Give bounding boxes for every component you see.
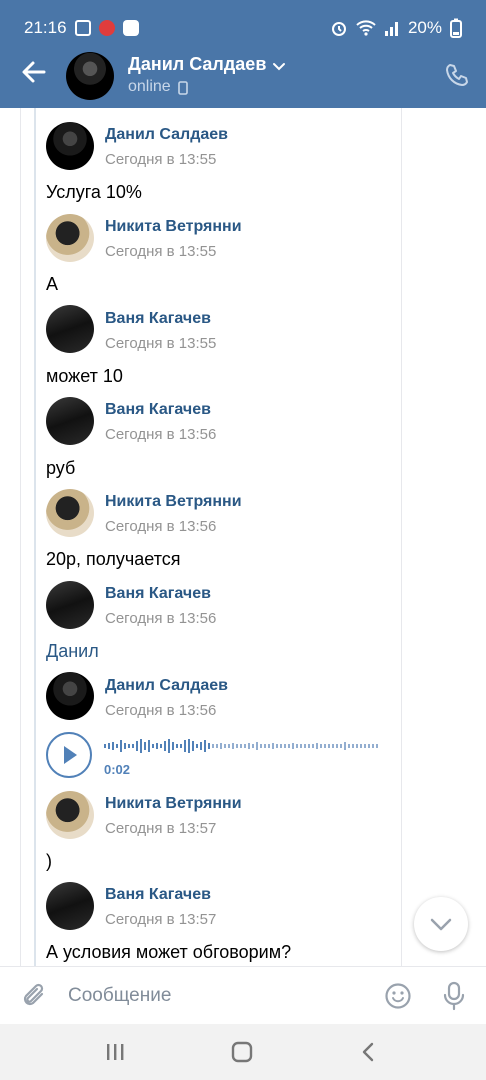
scroll-down-button[interactable] — [414, 897, 468, 951]
phone-call-icon[interactable] — [444, 62, 470, 88]
message-bubble-edge — [20, 108, 21, 966]
emoji-icon[interactable] — [384, 982, 412, 1010]
forwarded-messages-line — [34, 108, 36, 966]
message-avatar[interactable] — [46, 397, 94, 445]
message-author[interactable]: Данил Салдаев — [105, 126, 228, 144]
message-time: Сегодня в 13:57 — [105, 911, 217, 928]
chat-header: Данил Салдаев online — [0, 44, 486, 108]
message-author[interactable]: Ваня Кагачев — [105, 310, 211, 328]
message-avatar[interactable] — [46, 122, 94, 170]
battery-percent: 20% — [407, 18, 442, 37]
play-icon — [64, 746, 77, 764]
back-arrow-icon[interactable] — [18, 56, 50, 88]
message-author[interactable]: Никита Ветрянни — [105, 493, 242, 511]
message-author[interactable]: Ваня Кагачев — [105, 886, 211, 904]
home-icon[interactable] — [229, 1040, 255, 1064]
voice-duration: 0:02 — [104, 762, 131, 777]
message-time: Сегодня в 13:55 — [105, 151, 217, 168]
signal-icon — [384, 22, 398, 36]
message-composer — [0, 966, 486, 1024]
alarm-icon — [331, 22, 346, 36]
chevron-down-icon — [430, 918, 452, 931]
message-text: Услуга 10% — [46, 182, 142, 202]
message-history[interactable]: Данил Салдаев Сегодня в 13:55 Услуга 10%… — [0, 108, 486, 966]
message-author[interactable]: Ваня Кагачев — [105, 401, 211, 419]
wifi-icon — [356, 20, 376, 36]
status-time: 21:16 — [24, 18, 67, 37]
message-time: Сегодня в 13:56 — [105, 702, 217, 719]
message-time: Сегодня в 13:56 — [105, 426, 217, 443]
message-input[interactable] — [68, 983, 358, 1009]
contact-avatar[interactable] — [66, 52, 114, 100]
voice-play-button[interactable] — [46, 732, 92, 778]
message-time: Сегодня в 13:56 — [105, 518, 217, 535]
message-time: Сегодня в 13:55 — [105, 243, 217, 260]
message-text: 20р, получается — [46, 549, 181, 569]
message-text: А условия может обговорим? — [46, 942, 292, 962]
message-avatar[interactable] — [46, 214, 94, 262]
message-time: Сегодня в 13:55 — [105, 335, 217, 352]
system-navigation-bar — [0, 1024, 486, 1080]
message-author[interactable]: Никита Ветрянни — [105, 795, 242, 813]
youtube-notification-icon — [122, 20, 139, 36]
message-author[interactable]: Никита Ветрянни — [105, 218, 242, 236]
contact-name[interactable]: Данил Салдаев — [128, 54, 266, 75]
message-time: Сегодня в 13:56 — [105, 610, 217, 627]
mention-link[interactable]: Данил — [46, 641, 99, 662]
message-text: А — [46, 274, 59, 294]
message-author[interactable]: Ваня Кагачев — [105, 585, 211, 603]
message-time: Сегодня в 13:57 — [105, 820, 217, 837]
message-avatar[interactable] — [46, 489, 94, 537]
message-text: ) — [46, 851, 52, 871]
top-bar: 21:16 20% Данил Салдаев online — [0, 0, 486, 108]
message-text: руб — [46, 458, 76, 478]
voice-waveform[interactable] — [104, 736, 380, 756]
message-avatar[interactable] — [46, 672, 94, 720]
message-bubble-edge — [401, 108, 402, 966]
message-avatar[interactable] — [46, 791, 94, 839]
message-avatar[interactable] — [46, 581, 94, 629]
contact-status: online — [128, 78, 171, 95]
microphone-icon[interactable] — [440, 981, 468, 1011]
back-icon[interactable] — [356, 1040, 382, 1064]
recent-apps-icon[interactable] — [102, 1040, 128, 1064]
paperclip-icon[interactable] — [20, 982, 48, 1010]
message-author[interactable]: Данил Салдаев — [105, 677, 228, 695]
battery-icon — [450, 18, 462, 38]
gallery-notification-icon — [74, 20, 91, 36]
message-avatar[interactable] — [46, 305, 94, 353]
mobile-device-icon — [178, 81, 188, 95]
message-text: может 10 — [46, 366, 123, 386]
message-avatar[interactable] — [46, 882, 94, 930]
app-notification-icon — [98, 20, 115, 36]
chevron-down-icon[interactable] — [271, 58, 287, 74]
